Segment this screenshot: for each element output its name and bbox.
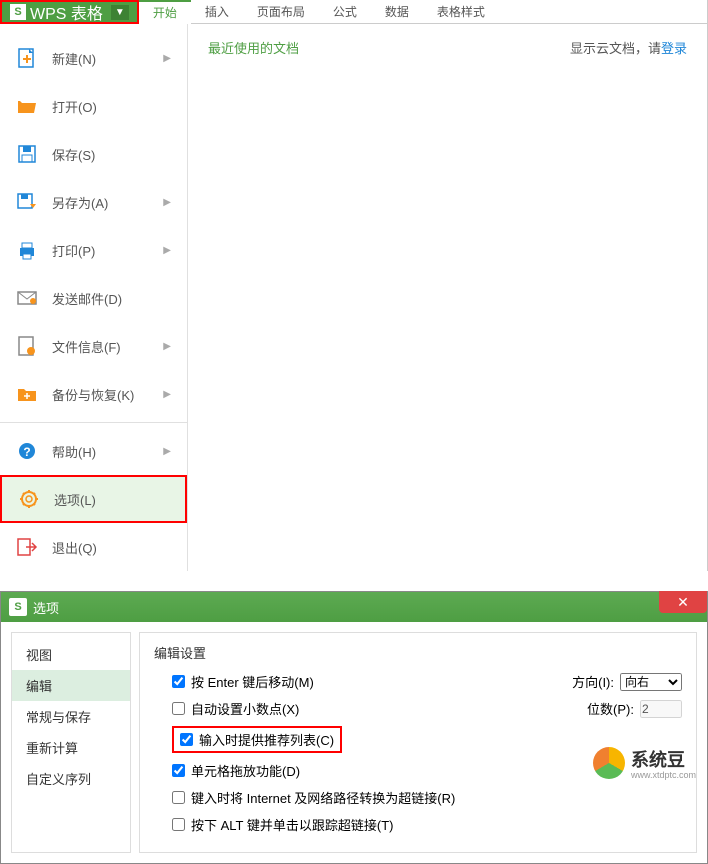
- file-info-icon: [16, 335, 38, 357]
- backup-icon: [16, 383, 38, 405]
- edit-settings-panel: 编辑设置 按 Enter 键后移动(M) 方向(I): 向右 自动设置小数点(X…: [139, 632, 697, 853]
- watermark-url: www.xtdptc.com: [631, 770, 696, 780]
- gear-icon: [18, 488, 40, 510]
- menu-exit[interactable]: 退出(Q): [0, 523, 187, 571]
- menu-label: 另存为(A): [52, 193, 163, 212]
- menu-open[interactable]: 打开(O): [0, 82, 187, 130]
- app-name: WPS 表格: [30, 0, 103, 24]
- menu-label: 打开(O): [52, 97, 171, 116]
- direction-select[interactable]: 向右: [620, 673, 682, 691]
- tab-start[interactable]: 开始: [139, 0, 191, 24]
- checkbox-auto-decimal[interactable]: [172, 702, 185, 715]
- tab-formula[interactable]: 公式: [319, 0, 371, 24]
- folder-open-icon: [16, 95, 38, 117]
- recent-docs-heading: 最近使用的文档: [208, 41, 299, 56]
- menu-file-info[interactable]: 文件信息(F) ▶: [0, 322, 187, 370]
- dropdown-icon[interactable]: ▼: [111, 5, 129, 20]
- file-menu: 新建(N) ▶ 打开(O) 保存(S) 另存为(A) ▶ 打印(: [0, 24, 707, 571]
- menu-save[interactable]: 保存(S): [0, 130, 187, 178]
- checkbox-autocomplete[interactable]: [180, 733, 193, 746]
- checkbox-drag-drop[interactable]: [172, 764, 185, 777]
- save-as-icon: [16, 191, 38, 213]
- menu-label: 退出(Q): [52, 538, 171, 557]
- chevron-right-icon: ▶: [163, 341, 171, 352]
- login-link[interactable]: 登录: [661, 41, 687, 56]
- sidebar-custom-list[interactable]: 自定义序列: [12, 763, 130, 794]
- tab-insert[interactable]: 插入: [191, 0, 243, 24]
- app-title[interactable]: S WPS 表格 ▼: [0, 0, 139, 24]
- checkbox-label: 自动设置小数点(X): [191, 699, 299, 718]
- new-file-icon: [16, 47, 38, 69]
- cloud-docs-text: 显示云文档，请登录: [570, 38, 687, 57]
- close-icon: ✕: [677, 594, 689, 611]
- menu-new[interactable]: 新建(N) ▶: [0, 34, 187, 82]
- checkbox-hyperlink[interactable]: [172, 791, 185, 804]
- checkbox-label: 按 Enter 键后移动(M): [191, 672, 314, 691]
- watermark: 系统豆 www.xtdptc.com: [593, 746, 696, 780]
- save-icon: [16, 143, 38, 165]
- setting-hyperlink: 键入时将 Internet 及网络路径转换为超链接(R): [172, 788, 682, 807]
- setting-alt-click: 按下 ALT 键并单击以跟踪超链接(T): [172, 815, 682, 834]
- menu-label: 选项(L): [54, 490, 169, 509]
- setting-enter-move: 按 Enter 键后移动(M) 方向(I): 向右: [172, 672, 682, 691]
- dialog-title: 选项: [33, 598, 699, 617]
- sidebar-edit[interactable]: 编辑: [12, 670, 130, 701]
- sidebar-view[interactable]: 视图: [12, 639, 130, 670]
- exit-icon: [16, 536, 38, 558]
- recent-docs-panel: 最近使用的文档 显示云文档，请登录: [188, 24, 707, 571]
- dialog-body: 视图 编辑 常规与保存 重新计算 自定义序列 编辑设置 按 Enter 键后移动…: [1, 622, 707, 863]
- dialog-title-bar: S 选项 ✕: [1, 592, 707, 622]
- print-icon: [16, 239, 38, 261]
- help-icon: ?: [16, 440, 38, 462]
- menu-label: 打印(P): [52, 241, 163, 260]
- menu-save-as[interactable]: 另存为(A) ▶: [0, 178, 187, 226]
- chevron-right-icon: ▶: [163, 389, 171, 400]
- menu-print[interactable]: 打印(P) ▶: [0, 226, 187, 274]
- menu-label: 帮助(H): [52, 442, 163, 461]
- setting-auto-decimal: 自动设置小数点(X) 位数(P):: [172, 699, 682, 718]
- close-button[interactable]: ✕: [659, 591, 707, 613]
- options-dialog: S 选项 ✕ 视图 编辑 常规与保存 重新计算 自定义序列 编辑设置 按 Ent…: [0, 591, 708, 864]
- watermark-logo-icon: [593, 747, 625, 779]
- menu-label: 保存(S): [52, 145, 171, 164]
- settings-heading: 编辑设置: [154, 643, 682, 662]
- watermark-brand: 系统豆: [631, 746, 696, 772]
- ribbon-tabs: 开始 插入 页面布局 公式 数据 表格样式: [139, 0, 707, 24]
- places-label: 位数(P):: [587, 699, 634, 718]
- tab-layout[interactable]: 页面布局: [243, 0, 319, 24]
- chevron-right-icon: ▶: [163, 446, 171, 457]
- checkbox-label: 输入时提供推荐列表(C): [199, 730, 334, 749]
- menu-backup-restore[interactable]: 备份与恢复(K) ▶: [0, 370, 187, 418]
- chevron-right-icon: ▶: [163, 53, 171, 64]
- menu-label: 新建(N): [52, 49, 163, 68]
- sidebar-recalc[interactable]: 重新计算: [12, 732, 130, 763]
- sidebar-general-save[interactable]: 常规与保存: [12, 701, 130, 732]
- places-input[interactable]: [640, 700, 682, 718]
- tab-data[interactable]: 数据: [371, 0, 423, 24]
- app-header: S WPS 表格 ▼ 开始 插入 页面布局 公式 数据 表格样式: [0, 0, 707, 24]
- spreadsheet-icon: S: [10, 4, 26, 20]
- options-sidebar: 视图 编辑 常规与保存 重新计算 自定义序列: [11, 632, 131, 853]
- file-menu-sidebar: 新建(N) ▶ 打开(O) 保存(S) 另存为(A) ▶ 打印(: [0, 24, 188, 571]
- checkbox-label: 键入时将 Internet 及网络路径转换为超链接(R): [191, 788, 455, 807]
- tab-tablestyle[interactable]: 表格样式: [423, 0, 499, 24]
- menu-send-mail[interactable]: 发送邮件(D): [0, 274, 187, 322]
- menu-label: 文件信息(F): [52, 337, 163, 356]
- checkbox-enter-move[interactable]: [172, 675, 185, 688]
- menu-divider: [0, 422, 187, 423]
- chevron-right-icon: ▶: [163, 197, 171, 208]
- menu-options[interactable]: 选项(L): [0, 475, 187, 523]
- menu-label: 发送邮件(D): [52, 289, 171, 308]
- svg-text:?: ?: [23, 445, 30, 459]
- checkbox-label: 单元格拖放功能(D): [191, 761, 300, 780]
- spreadsheet-icon: S: [9, 598, 27, 616]
- checkbox-alt-click[interactable]: [172, 818, 185, 831]
- direction-label: 方向(I):: [572, 672, 614, 691]
- chevron-right-icon: ▶: [163, 245, 171, 256]
- mail-icon: [16, 287, 38, 309]
- menu-label: 备份与恢复(K): [52, 385, 163, 404]
- menu-help[interactable]: ? 帮助(H) ▶: [0, 427, 187, 475]
- checkbox-label: 按下 ALT 键并单击以跟踪超链接(T): [191, 815, 393, 834]
